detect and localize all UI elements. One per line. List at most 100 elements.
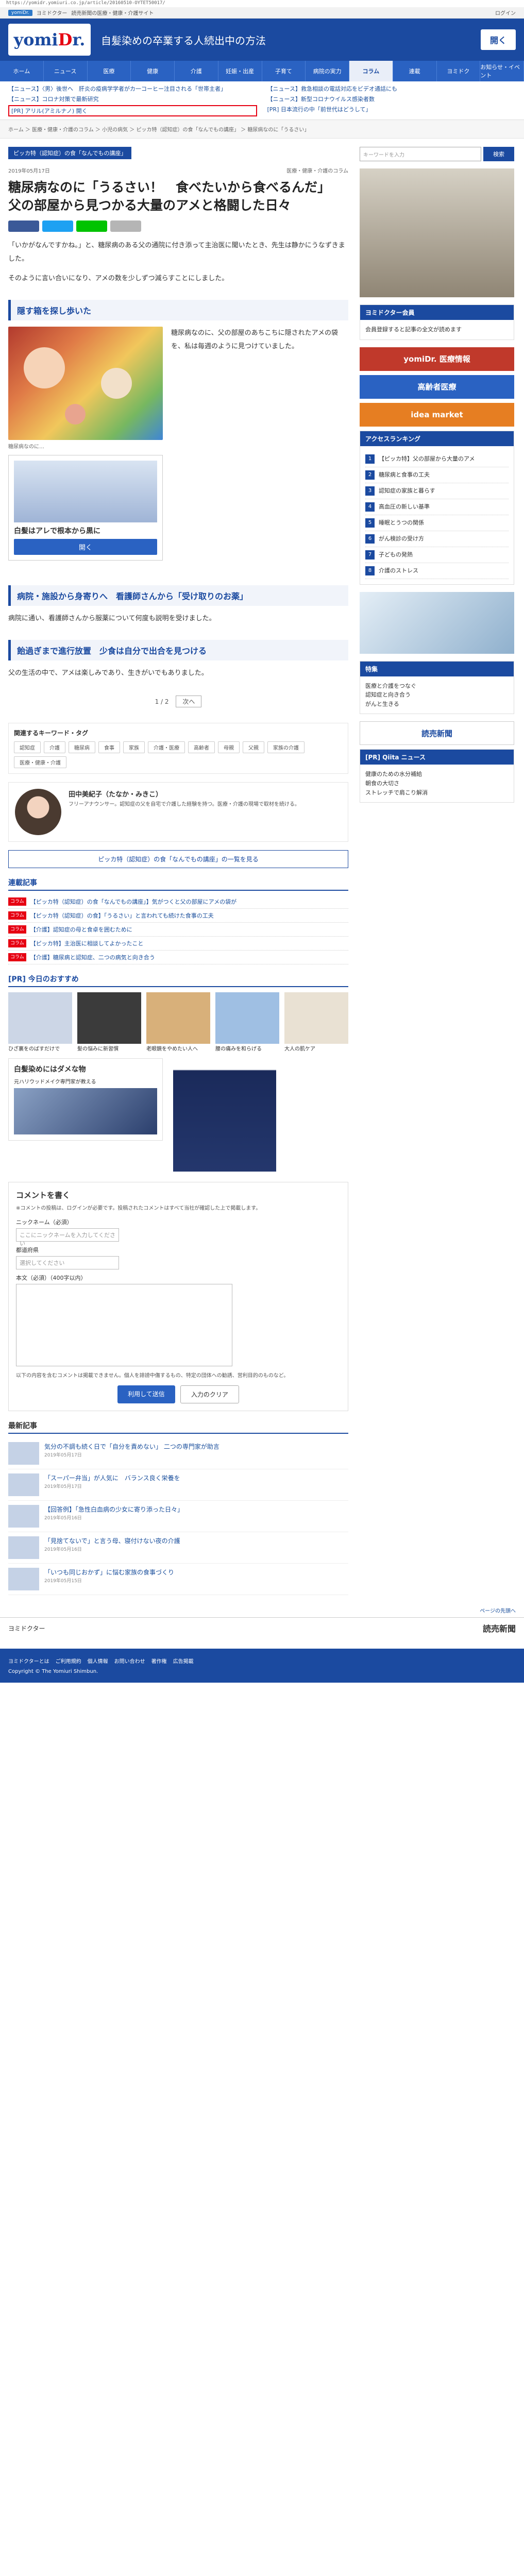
tag-chip[interactable]: 家族 [123, 741, 145, 753]
related-item[interactable]: コラム 【ピッカ特】主治医に相談してよかったこと [8, 937, 348, 951]
header-open-button[interactable]: 開く [480, 29, 516, 50]
nav-item-yomidoku[interactable]: ヨミドク [437, 61, 481, 81]
footer-link[interactable]: 個人情報 [88, 1657, 108, 1665]
nav-item-health[interactable]: 健康 [131, 61, 175, 81]
related-item[interactable]: コラム 【ピッカ特（認知症）の食】「うるさい」と言われても続けた食事の工夫 [8, 909, 348, 923]
page-top-link[interactable]: ページの先頭へ [0, 1603, 524, 1617]
pr-card-text[interactable]: 髪の悩みに新習慣 [77, 1046, 119, 1052]
tag-chip[interactable]: 食事 [98, 741, 120, 753]
nav-item-child[interactable]: 子育て [262, 61, 306, 81]
news-pr-link[interactable]: [PR] アリル(アミルナノ) 開く [8, 105, 257, 116]
rank-title[interactable]: 糖尿病と食事の工夫 [379, 470, 430, 480]
tag-chip[interactable]: 糖尿病 [69, 741, 95, 753]
pr-card[interactable]: 大人の肌ケア [284, 992, 348, 1053]
latest-item[interactable]: 気分の不調も続く日で「自分を責めない」 二つの専門家が助言 2019年05月17日 [8, 1438, 348, 1469]
rank-title[interactable]: 高血圧の新しい基準 [379, 502, 430, 512]
related-link[interactable]: 【介護】認知症の母と食卓を囲むために [30, 925, 132, 934]
article-category-tags[interactable]: 医療・健康・介護のコラム [286, 166, 348, 174]
nav-item-column[interactable]: コラム [349, 61, 393, 81]
inline-ad[interactable]: 白髪はアレで根本から黒に 開く [8, 455, 163, 561]
tag-chip[interactable]: 介護 [44, 741, 65, 753]
special-item[interactable]: 医療と介護をつなぐ [365, 682, 509, 691]
footer-link[interactable]: 広告掲載 [173, 1657, 194, 1665]
text-ad-title[interactable]: 白髪染めにはダメな物 [14, 1064, 157, 1074]
sidebar-ad[interactable] [360, 168, 514, 297]
next-page-button[interactable]: 次へ [176, 696, 202, 707]
tag-chip[interactable]: 認知症 [14, 741, 41, 753]
nav-item-care[interactable]: 介護 [175, 61, 218, 81]
related-link[interactable]: 【ピッカ特（認知症）の食「なんでもの講座」】気がつくと父の部屋にアメの袋が [30, 897, 236, 906]
rank-title[interactable]: 認知症の家族と暮らす [379, 486, 435, 496]
ranking-item[interactable]: 8 介護のストレス [365, 563, 509, 579]
ranking-item[interactable]: 7 子どもの発熱 [365, 547, 509, 563]
related-link[interactable]: 【介護】糖尿病と認知症、二つの病気と向き合う [30, 953, 155, 961]
member-text[interactable]: 会員登録すると記事の全文が読めます [360, 320, 514, 340]
nav-item-medical[interactable]: 医療 [88, 61, 131, 81]
related-link[interactable]: 【ピッカ特（認知症）の食】「うるさい」と言われても続けた食事の工夫 [30, 911, 214, 920]
search-input[interactable]: キーワードを入力 [360, 147, 481, 161]
latest-title[interactable]: 気分の不調も続く日で「自分を責めない」 二つの専門家が助言 [44, 1442, 219, 1451]
pr-card[interactable]: ひざ裏をのばすだけで [8, 992, 72, 1053]
latest-title[interactable]: 「いつも同じおかず」に悩む家族の食事づくり [44, 1568, 174, 1577]
nav-item-events[interactable]: お知らせ・イベント [480, 61, 524, 81]
tag-chip[interactable]: 高齢者 [188, 741, 215, 753]
comment-textarea[interactable] [16, 1284, 232, 1366]
footer-link[interactable]: お問い合わせ [114, 1657, 145, 1665]
text-ad[interactable]: 白髪染めにはダメな物 元ハリウッドメイク専門家が教える [8, 1058, 163, 1141]
qiita-item[interactable]: 朝食の大切さ [365, 779, 509, 788]
ranking-item[interactable]: 1 【ピッカ特】父の部屋から大量のアメ [365, 451, 509, 467]
rank-title[interactable]: がん検診の受け方 [379, 534, 424, 544]
latest-item[interactable]: 「見捨てないで」と言う母、寝付けない夜の介護 2019年05月16日 [8, 1532, 348, 1564]
inline-ad-title[interactable]: 白髪はアレで根本から黒に [14, 526, 157, 536]
hatena-share-button[interactable] [110, 221, 141, 232]
related-item[interactable]: コラム 【介護】糖尿病と認知症、二つの病気と向き合う [8, 951, 348, 964]
ranking-item[interactable]: 4 高血圧の新しい基準 [365, 499, 509, 515]
pr-card-text[interactable]: 腰の痛みを和らげる [215, 1046, 262, 1052]
top-logo-pill[interactable]: yomiDr. [8, 9, 32, 16]
latest-title[interactable]: 「見捨てないで」と言う母、寝付けない夜の介護 [44, 1536, 180, 1546]
special-item[interactable]: がんと生きる [365, 700, 509, 709]
news-link[interactable]: [PR] 日本流行の中「前世代はどうして」 [267, 105, 516, 116]
ranking-item[interactable]: 6 がん検診の受け方 [365, 531, 509, 547]
latest-title[interactable]: 【回答例】「急性白血病の少女に寄り添った日々」 [44, 1505, 183, 1514]
site-logo[interactable]: yomi Dr. [8, 24, 91, 56]
pr-card[interactable]: 髪の悩みに新習慣 [77, 992, 141, 1053]
nav-item-hospital[interactable]: 病院の実力 [306, 61, 349, 81]
latest-item[interactable]: 「スーパー弁当」が人気に バランス良く栄養を 2019年05月17日 [8, 1469, 348, 1501]
rank-title[interactable]: 【ピッカ特】父の部屋から大量のアメ [379, 454, 475, 464]
top-login-link[interactable]: ログイン [495, 9, 516, 16]
ranking-item[interactable]: 2 糖尿病と食事の工夫 [365, 467, 509, 483]
nav-item-home[interactable]: ホーム [0, 61, 44, 81]
footer-site-name[interactable]: ヨミドクター [8, 1624, 45, 1633]
footer-link[interactable]: ご利用規約 [56, 1657, 81, 1665]
nav-item-news[interactable]: ニュース [44, 61, 88, 81]
nav-item-birth[interactable]: 妊娠・出産 [218, 61, 262, 81]
news-link[interactable]: 【ニュース】〈男〉後世へ 肝炎の疫病学学者がカ一コーヒー注目される「世帯主者」 [8, 84, 257, 93]
related-item[interactable]: コラム 【ピッカ特（認知症）の食「なんでもの講座」】気がつくと父の部屋にアメの袋が [8, 895, 348, 909]
sidebar-banner[interactable]: idea market [360, 402, 514, 427]
news-link[interactable]: 【ニュース】新型コロナウイルス感染者数 [267, 95, 516, 103]
submit-comment-button[interactable]: 利用して送信 [117, 1385, 175, 1403]
clear-comment-button[interactable]: 入力のクリア [180, 1385, 239, 1403]
footer-link[interactable]: 著作権 [151, 1657, 167, 1665]
tag-chip[interactable]: 家族の介護 [267, 741, 305, 753]
pr-card[interactable]: 老眼鏡をやめたい人へ [146, 992, 210, 1053]
latest-item[interactable]: 【回答例】「急性白血病の少女に寄り添った日々」 2019年05月16日 [8, 1501, 348, 1532]
pr-card-text[interactable]: 老眼鏡をやめたい人へ [146, 1046, 198, 1052]
ranking-item[interactable]: 5 睡眠とうつの関係 [365, 515, 509, 531]
facebook-share-button[interactable] [8, 221, 39, 232]
nav-item-series[interactable]: 連載 [393, 61, 437, 81]
dress-ad-image[interactable] [173, 1058, 276, 1172]
latest-item[interactable]: 「いつも同じおかず」に悩む家族の食事づくり 2019年05月15日 [8, 1564, 348, 1595]
pr-card-text[interactable]: 大人の肌ケア [284, 1046, 315, 1052]
sidebar-ad-small[interactable] [360, 591, 514, 654]
related-link[interactable]: 【ピッカ特】主治医に相談してよかったこと [30, 939, 144, 947]
tag-chip[interactable]: 母親 [218, 741, 240, 753]
nickname-input[interactable]: ここにニックネームを入力してください [16, 1228, 119, 1247]
news-link[interactable]: 【ニュース】救急相談の電話対応をビデオ通話にも [267, 84, 516, 93]
series-list-button[interactable]: ピッカ特（認知症）の食「なんでもの講座」の一覧を見る [8, 850, 348, 868]
header-ad-text[interactable]: 自髪染めの卒業する人続出中の方法 [101, 32, 266, 47]
footer-link[interactable]: ヨミドクターとは [8, 1657, 49, 1665]
rank-title[interactable]: 睡眠とうつの関係 [379, 518, 424, 528]
tag-chip[interactable]: 医療・健康・介護 [14, 756, 66, 768]
